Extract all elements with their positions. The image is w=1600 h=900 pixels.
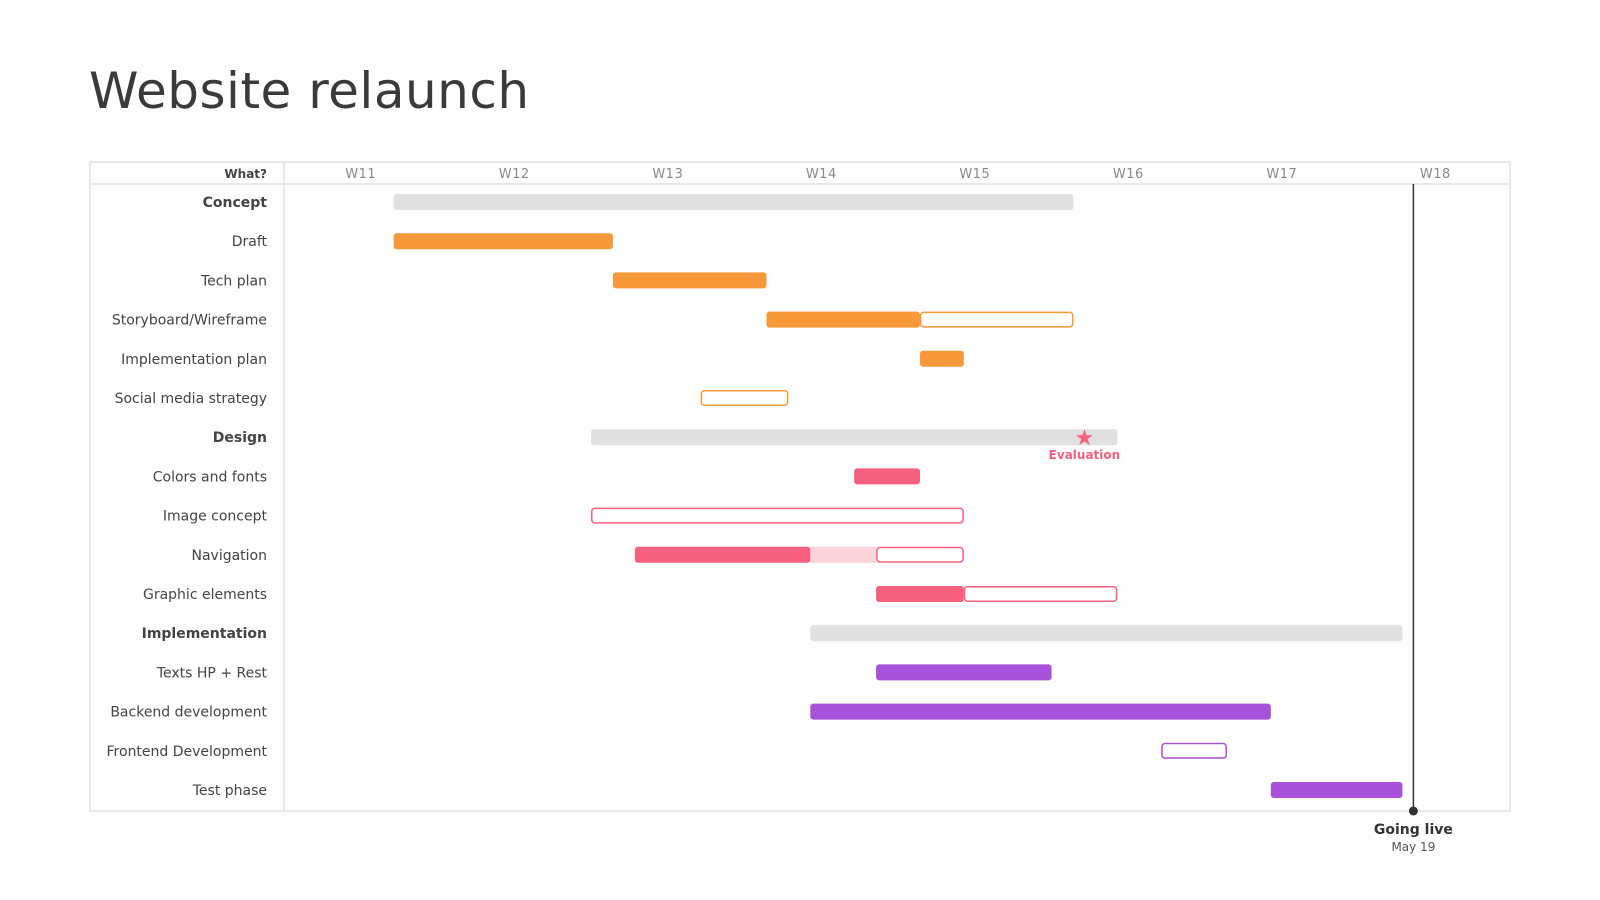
task-label: Draft xyxy=(232,234,268,250)
group-summary-bar xyxy=(591,429,1118,446)
task-label: Tech plan xyxy=(200,273,267,289)
task-done-bar xyxy=(876,664,1052,681)
task-done-bar xyxy=(393,233,613,250)
task-done-bar xyxy=(876,586,964,602)
milestone-label: Evaluation xyxy=(1049,448,1121,462)
group-label: Concept xyxy=(203,195,268,211)
task-remaining-bar xyxy=(963,586,1118,602)
task-remaining-bar xyxy=(876,546,964,563)
deadline-label: Going live xyxy=(1374,822,1453,838)
week-label-w11: W11 xyxy=(345,167,376,182)
task-label: Image concept xyxy=(163,509,268,525)
task-label: Navigation xyxy=(191,548,267,564)
task-label: Test phase xyxy=(192,783,267,799)
deadline-date: May 19 xyxy=(1391,840,1435,854)
gantt-chart: What? W11 W12 W13 W14 W15 W16 W17 W18 Concept Dra… xyxy=(89,161,1511,854)
chart-frame xyxy=(89,161,1511,812)
group-label: Implementation xyxy=(142,626,267,642)
task-label: Frontend Development xyxy=(107,744,268,760)
milestones: ★EvaluationGoing liveMay 19 xyxy=(1049,184,1453,854)
task-label: Social media strategy xyxy=(115,391,267,407)
task-done-bar xyxy=(634,546,811,563)
week-label-w16: W16 xyxy=(1113,167,1144,182)
task-done-bar xyxy=(612,272,767,289)
task-remaining-bar xyxy=(591,507,964,524)
week-label-w13: W13 xyxy=(652,167,683,182)
label-column-header: What? xyxy=(224,167,267,181)
week-label-w15: W15 xyxy=(959,167,990,182)
week-header: What? W11 W12 W13 W14 W15 W16 W17 W18 xyxy=(224,167,1450,182)
task-label: Texts HP + Rest xyxy=(156,665,268,681)
task-done-bar xyxy=(810,703,1271,720)
task-done-bar xyxy=(854,468,920,485)
task-remaining-bar xyxy=(700,390,789,406)
week-label-w17: W17 xyxy=(1266,167,1297,182)
task-label: Colors and fonts xyxy=(153,469,267,485)
task-remaining-bar xyxy=(919,311,1074,328)
task-done-bar xyxy=(919,350,964,367)
task-label: Implementation plan xyxy=(121,352,267,368)
deadline-dot xyxy=(1408,806,1418,816)
task-done-bar xyxy=(766,311,920,328)
week-label-w12: W12 xyxy=(499,167,530,182)
task-partial-bar xyxy=(810,546,877,563)
group-summary-bar xyxy=(393,194,1074,210)
task-label: Backend development xyxy=(110,705,267,721)
group-label: Design xyxy=(213,430,267,446)
week-label-w14: W14 xyxy=(806,167,837,182)
task-remaining-bar xyxy=(1161,742,1227,759)
group-summary-bar xyxy=(810,625,1403,642)
task-done-bar xyxy=(1270,782,1403,798)
week-label-w18: W18 xyxy=(1420,167,1451,182)
task-label: Storyboard/Wireframe xyxy=(112,313,267,329)
task-label: Graphic elements xyxy=(143,587,267,603)
chart-border xyxy=(89,161,1511,812)
task-rows: Concept Draft Tech plan Storyboard/Wirefram… xyxy=(107,194,1403,799)
